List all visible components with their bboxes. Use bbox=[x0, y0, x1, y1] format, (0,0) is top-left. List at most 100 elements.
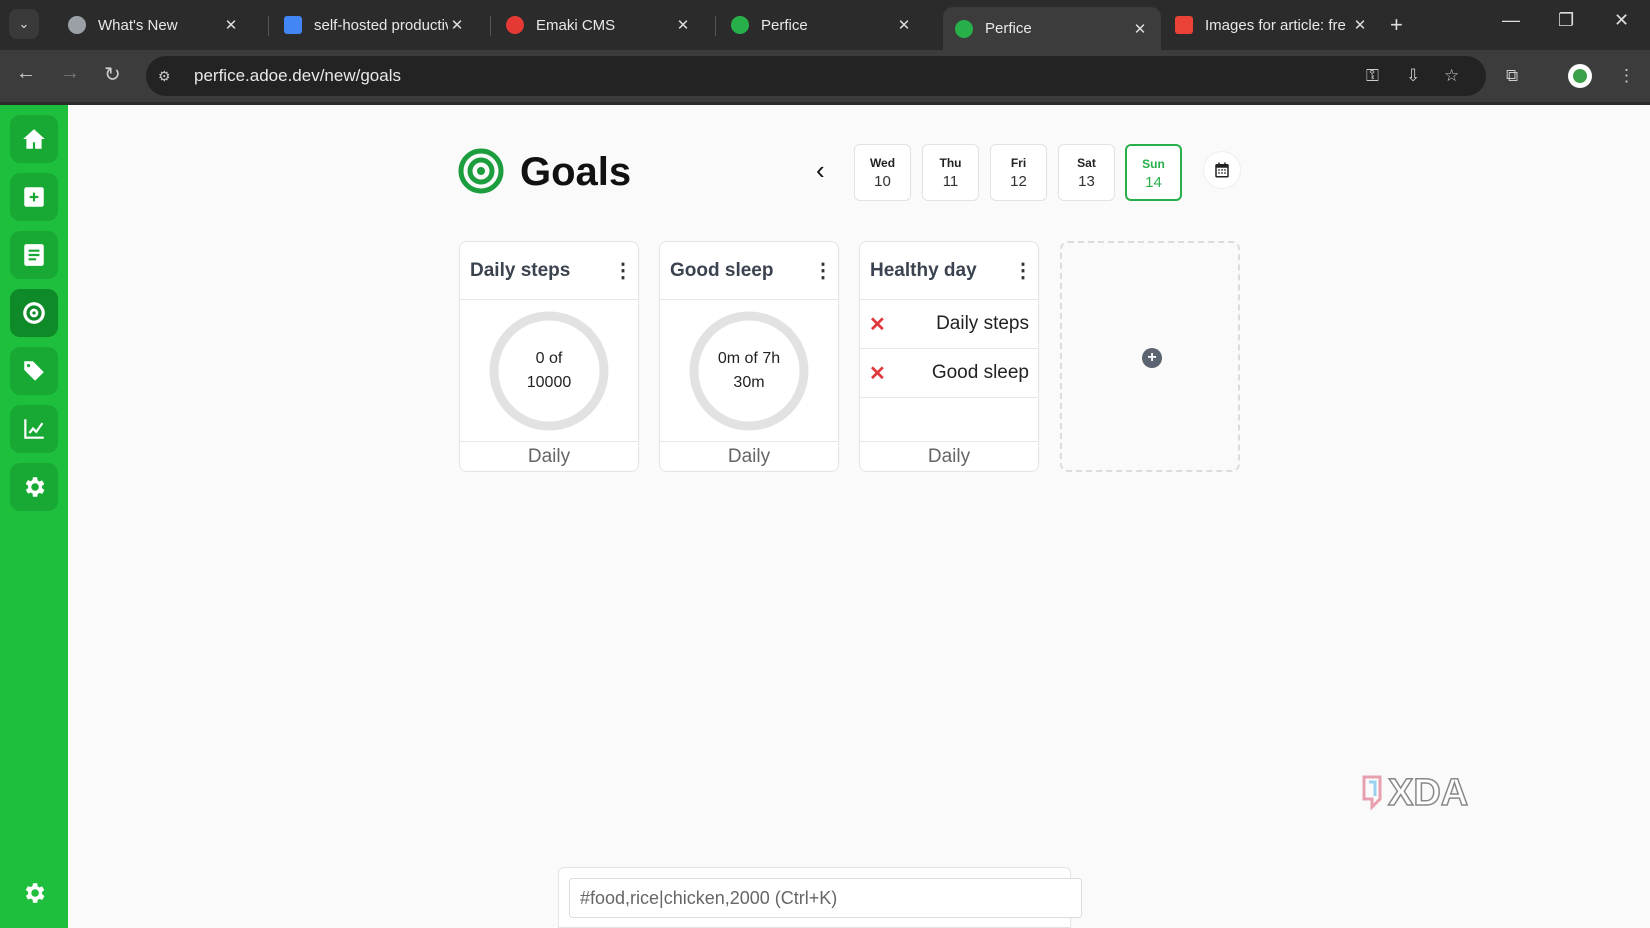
forward-icon[interactable]: → bbox=[60, 62, 80, 85]
day-date: 11 bbox=[942, 173, 959, 190]
sidebar-item-settings[interactable] bbox=[10, 463, 58, 511]
more-options-icon[interactable]: ⋮ bbox=[808, 258, 838, 283]
address-bar[interactable]: ⚙ perfice.adoe.dev/new/goals bbox=[146, 56, 1486, 96]
goal-card-healthy-day[interactable]: Healthy day ⋮ ✕ Daily steps ✕ Good sleep… bbox=[859, 241, 1039, 472]
day-sat[interactable]: Sat 13 bbox=[1058, 144, 1115, 201]
day-name: Sat bbox=[1077, 156, 1096, 170]
goal-card-daily-steps[interactable]: Daily steps ⋮ 0 of 10000 Daily bbox=[459, 241, 639, 472]
settings-icon bbox=[25, 883, 45, 903]
watermark-text: XDA bbox=[1388, 772, 1468, 814]
add-goal-plus-icon[interactable]: + bbox=[1142, 348, 1162, 368]
progress-line-1: 0m of 7h bbox=[717, 350, 781, 367]
sidebar-item-analytics[interactable] bbox=[10, 405, 58, 453]
goal-card-body: 0m of 7h 30m bbox=[660, 300, 838, 441]
close-icon[interactable]: ✕ bbox=[674, 16, 692, 34]
page-title: Goals bbox=[520, 150, 632, 194]
goal-card-header: Healthy day ⋮ bbox=[860, 242, 1038, 300]
xda-watermark-logo: XDA bbox=[1362, 771, 1469, 815]
tab-whats-new[interactable]: What's New ✕ bbox=[56, 6, 252, 44]
sidebar-item-home[interactable] bbox=[10, 115, 58, 163]
goal-period: Daily bbox=[860, 441, 1038, 471]
bookmark-star-icon[interactable]: ☆ bbox=[1444, 66, 1459, 86]
progress-line-2: 10000 bbox=[526, 374, 572, 391]
goal-period: Daily bbox=[660, 441, 838, 471]
previous-days-chevron-icon[interactable]: ‹ bbox=[816, 155, 825, 186]
day-name: Thu bbox=[939, 156, 962, 170]
goal-name: Daily steps bbox=[470, 259, 571, 281]
quick-entry-bar bbox=[558, 867, 1082, 928]
day-name: Wed bbox=[869, 156, 896, 170]
gmail-icon bbox=[1175, 16, 1193, 34]
close-icon[interactable]: ✕ bbox=[222, 16, 240, 34]
sidebar-item-tags[interactable] bbox=[10, 347, 58, 395]
progress-text: 0m of 7h 30m bbox=[688, 310, 810, 432]
install-app-icon[interactable]: ⇩ bbox=[1406, 66, 1420, 86]
tab-search-button[interactable]: ⌄ bbox=[9, 9, 39, 39]
analytics-icon bbox=[24, 419, 44, 439]
day-name: Sun bbox=[1142, 157, 1165, 171]
day-fri[interactable]: Fri 12 bbox=[990, 144, 1047, 201]
goal-card-body: 0 of 10000 bbox=[460, 300, 638, 441]
window-close-icon[interactable]: ✕ bbox=[1614, 10, 1629, 31]
sidebar-item-goals[interactable] bbox=[10, 289, 58, 337]
goals-icon bbox=[23, 302, 45, 324]
browser-chrome: ⌄ What's New ✕ self-hosted productiv ✕ E… bbox=[0, 0, 1650, 105]
goal-card-good-sleep[interactable]: Good sleep ⋮ 0m of 7h 30m Daily bbox=[659, 241, 839, 472]
sidebar-item-add[interactable] bbox=[10, 173, 58, 221]
progress-line-2: 30m bbox=[733, 374, 765, 391]
back-icon[interactable]: ← bbox=[16, 62, 36, 85]
day-sun-selected[interactable]: Sun 14 bbox=[1125, 144, 1182, 201]
restore-icon[interactable]: ❐ bbox=[1558, 10, 1574, 31]
add-goal-card[interactable]: + bbox=[1060, 241, 1240, 472]
tab-divider bbox=[268, 16, 269, 36]
tab-title: Perfice bbox=[761, 16, 808, 34]
tab-emaki-cms[interactable]: Emaki CMS ✕ bbox=[494, 6, 704, 44]
goal-name: Healthy day bbox=[870, 259, 977, 281]
sidebar-bottom-settings[interactable] bbox=[10, 869, 58, 917]
tab-self-hosted[interactable]: self-hosted productiv ✕ bbox=[272, 6, 478, 44]
minimize-icon[interactable]: — bbox=[1502, 10, 1520, 31]
tab-images[interactable]: Images for article: fre ✕ bbox=[1163, 6, 1381, 44]
password-key-icon[interactable]: ⚿ bbox=[1366, 66, 1379, 86]
quick-entry-input[interactable] bbox=[569, 878, 1082, 918]
profile-avatar[interactable] bbox=[1568, 64, 1592, 88]
incomplete-x-icon: ✕ bbox=[869, 362, 886, 385]
close-icon[interactable]: ✕ bbox=[1351, 16, 1369, 34]
perfice-icon bbox=[731, 16, 749, 34]
subgoal-row: ✕ Daily steps bbox=[860, 300, 1038, 349]
tab-perfice-active[interactable]: Perfice ✕ bbox=[943, 7, 1161, 50]
extensions-icon[interactable]: ⧉ bbox=[1506, 66, 1518, 86]
day-date: 10 bbox=[874, 173, 891, 190]
close-icon[interactable]: ✕ bbox=[448, 16, 466, 34]
subgoal-label: Good sleep bbox=[931, 362, 1029, 383]
new-tab-icon[interactable]: + bbox=[1390, 12, 1403, 38]
close-icon[interactable]: ✕ bbox=[1131, 20, 1149, 38]
day-wed[interactable]: Wed 10 bbox=[854, 144, 911, 201]
tab-perfice[interactable]: Perfice ✕ bbox=[719, 6, 925, 44]
browser-menu-icon[interactable]: ⋮ bbox=[1618, 66, 1635, 86]
app-sidebar bbox=[0, 105, 68, 928]
goal-period: Daily bbox=[460, 441, 638, 471]
day-name: Fri bbox=[1010, 156, 1027, 170]
close-icon[interactable]: ✕ bbox=[895, 16, 913, 34]
subgoal-row: ✕ Good sleep bbox=[860, 349, 1038, 398]
add-icon bbox=[24, 187, 44, 207]
tab-title: What's New bbox=[98, 16, 178, 34]
calendar-button[interactable] bbox=[1203, 151, 1241, 189]
day-date: 13 bbox=[1078, 173, 1095, 190]
sidebar-item-journal[interactable] bbox=[10, 231, 58, 279]
tab-divider bbox=[715, 16, 716, 36]
day-thu[interactable]: Thu 11 bbox=[922, 144, 979, 201]
site-info-icon[interactable]: ⚙ bbox=[158, 68, 182, 85]
docs-icon bbox=[284, 16, 302, 34]
more-options-icon[interactable]: ⋮ bbox=[608, 258, 638, 283]
subgoal-label: Daily steps bbox=[936, 313, 1029, 334]
perfice-icon bbox=[955, 19, 973, 38]
emaki-icon bbox=[506, 16, 524, 34]
reload-icon[interactable]: ↻ bbox=[104, 62, 121, 87]
goal-card-body: ✕ Daily steps ✕ Good sleep bbox=[860, 300, 1038, 441]
url-text: perfice.adoe.dev/new/goals bbox=[194, 66, 401, 85]
tab-title: Perfice bbox=[985, 20, 1032, 37]
more-options-icon[interactable]: ⋮ bbox=[1008, 258, 1038, 283]
goal-card-header: Good sleep ⋮ bbox=[660, 242, 838, 300]
